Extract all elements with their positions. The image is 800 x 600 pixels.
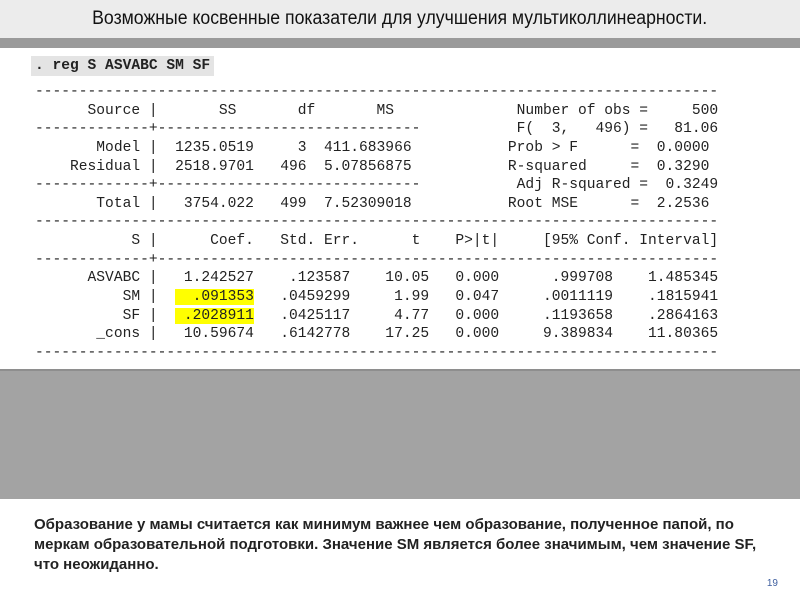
slide-note: Образование у мамы считается как минимум… [34, 516, 757, 573]
output-line: ----------------------------------------… [35, 344, 719, 361]
output-line: ----------------------------------------… [35, 214, 719, 231]
output-line: Model | 1235.0519 3 411.683966 Prob > F … [35, 139, 710, 156]
output-line: Source | SS df MS Number of obs = 500 [35, 102, 719, 119]
output-line: -------------+--------------------------… [35, 121, 719, 138]
output-row-sf: SF | .2028911 .0425117 4.77 0.000 .11936… [35, 307, 719, 324]
output-line: _cons | 10.59674 .6142778 17.25 0.000 9.… [35, 326, 719, 343]
highlighted-coef-sf: .2028911 [175, 307, 254, 324]
stata-command: . reg S ASVABC SM SF [31, 56, 215, 76]
output-line: ASVABC | 1.242527 .123587 10.05 0.000 .9… [35, 270, 719, 287]
output-line: Total | 3754.022 499 7.52309018 Root MSE… [35, 195, 710, 212]
slide-title-bar: Возможные косвенные показатели для улучш… [0, 0, 800, 38]
output-line: Residual | 2518.9701 496 5.07856875 R-sq… [35, 158, 710, 175]
output-line: S | Coef. Std. Err. t P>|t| [95% Conf. I… [35, 233, 719, 250]
regression-output: ----------------------------------------… [35, 83, 718, 363]
gray-band [0, 369, 800, 499]
slide-title: Возможные косвенные показатели для улучш… [92, 8, 708, 29]
output-line: -------------+--------------------------… [35, 251, 719, 268]
page-number: 19 [766, 578, 778, 589]
highlighted-coef-sm: .091353 [175, 289, 254, 306]
title-divider [0, 38, 800, 48]
output-line: ----------------------------------------… [35, 84, 719, 100]
output-line: -------------+--------------------------… [35, 177, 719, 194]
output-row-sm: SM | .091353 .0459299 1.99 0.047 .001111… [35, 289, 719, 306]
